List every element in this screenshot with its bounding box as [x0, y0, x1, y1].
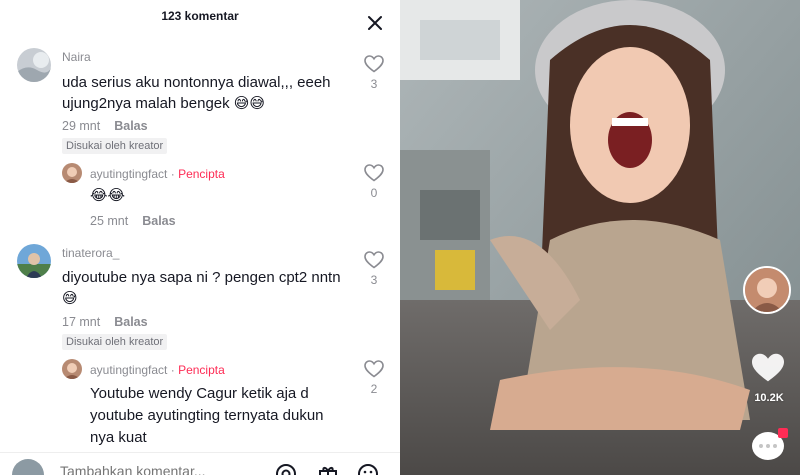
- creator-label: Pencipta: [178, 363, 225, 377]
- comment-username[interactable]: Naira: [62, 50, 91, 64]
- like-count: 3: [370, 273, 378, 287]
- comment-count-title: 123 komentar: [161, 9, 239, 23]
- gift-icon[interactable]: [317, 463, 339, 475]
- heart-outline-icon[interactable]: [364, 164, 384, 182]
- comment-text-line: youtube ayutingting ternyata dukun: [90, 407, 324, 424]
- heart-outline-icon[interactable]: [364, 360, 384, 378]
- like-control[interactable]: 2: [363, 360, 385, 396]
- separator-dot: ·: [170, 167, 175, 181]
- like-count: 2: [370, 382, 378, 396]
- tiktok-comments-screen: 123 komentar Naira uda serius aku nonton…: [0, 0, 800, 475]
- video-like-count: 10.2K: [754, 392, 784, 404]
- avatar[interactable]: [62, 163, 82, 183]
- comment-username[interactable]: ayutingtingfact: [90, 363, 167, 377]
- comment-time: 29 mnt: [62, 119, 101, 133]
- comment-bubble-icon[interactable]: [750, 428, 790, 464]
- comments-panel: 123 komentar Naira uda serius aku nonton…: [0, 0, 400, 475]
- heart-filled-icon[interactable]: [750, 352, 786, 384]
- comment-meta: 29 mnt Balas: [62, 119, 148, 133]
- comment-username[interactable]: ayutingtingfact: [90, 167, 167, 181]
- video-frame-image: [400, 0, 800, 475]
- like-control[interactable]: 3: [363, 251, 385, 287]
- heart-outline-icon[interactable]: [364, 55, 384, 73]
- creator-label: Pencipta: [178, 167, 225, 181]
- emoji-icon[interactable]: [357, 463, 379, 475]
- comment-text-line: 😅: [62, 290, 78, 307]
- comment-text-line: ujung2nya malah bengek 😅😅: [62, 95, 266, 112]
- creator-avatar[interactable]: [743, 266, 791, 314]
- comments-header: 123 komentar: [0, 0, 400, 32]
- comment-input[interactable]: [60, 463, 260, 475]
- close-icon[interactable]: [364, 12, 386, 34]
- reply-button[interactable]: Balas: [114, 315, 147, 329]
- reply-button[interactable]: Balas: [114, 119, 147, 133]
- avatar[interactable]: [17, 244, 51, 278]
- mention-icon[interactable]: [275, 463, 297, 475]
- heart-outline-icon[interactable]: [364, 251, 384, 269]
- comment-text-line: nya kuat: [90, 429, 147, 446]
- separator-dot: ·: [170, 363, 175, 377]
- comment-meta: 17 mnt Balas: [62, 315, 148, 329]
- comment-text-line: diyoutube nya sapa ni ? pengen cpt2 nntn: [62, 269, 341, 286]
- reply-button[interactable]: Balas: [142, 214, 175, 228]
- compose-bar: [0, 452, 400, 475]
- reply-username-row: ayutingtingfact · Pencipta: [90, 363, 225, 377]
- liked-by-creator-badge: Disukai oleh kreator: [62, 138, 168, 154]
- comment-meta: 25 mnt Balas: [90, 214, 176, 228]
- video-player[interactable]: 10.2K: [400, 0, 800, 475]
- liked-by-creator-badge: Disukai oleh kreator: [62, 334, 168, 350]
- avatar[interactable]: [62, 359, 82, 379]
- comment-text-line: Youtube wendy Cagur ketik aja d: [90, 385, 309, 402]
- comment-text-line: 😂😂: [90, 187, 126, 204]
- like-control[interactable]: 0: [363, 164, 385, 200]
- avatar[interactable]: [17, 48, 51, 82]
- like-count: 0: [370, 186, 378, 200]
- comment-text-line: uda serius aku nontonnya diawal,,, eeeh: [62, 74, 331, 91]
- comment-time: 17 mnt: [62, 315, 101, 329]
- reply-username-row: ayutingtingfact · Pencipta: [90, 167, 225, 181]
- avatar: [12, 459, 44, 475]
- comment-time: 25 mnt: [90, 214, 129, 228]
- like-control[interactable]: 3: [363, 55, 385, 91]
- like-count: 3: [370, 77, 378, 91]
- comment-username[interactable]: tinaterora_: [62, 246, 119, 260]
